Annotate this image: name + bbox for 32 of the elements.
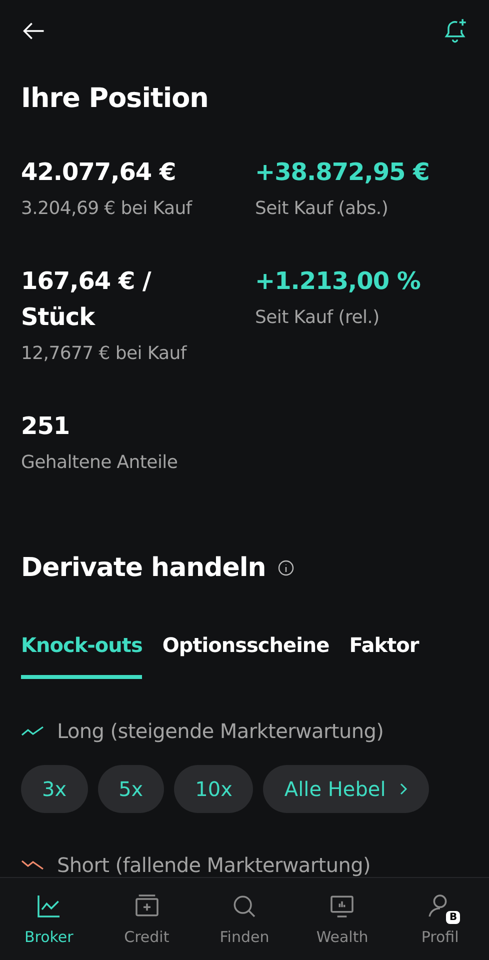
tab[interactable]: Faktor (349, 633, 419, 679)
stat-value: +38.872,95 € (255, 157, 430, 188)
stat-value: 167,64 € / Stück (21, 266, 152, 333)
stat-caption: 3.204,69 € bei Kauf (21, 198, 194, 219)
profile-badge: B (446, 911, 460, 924)
nav-tab[interactable]: Finden (199, 891, 290, 947)
tab[interactable]: Optionsscheine (162, 633, 330, 679)
chevron-right-icon (398, 782, 408, 796)
section-title: Derivate handeln (21, 553, 266, 583)
add-alert-button[interactable] (442, 18, 468, 44)
group-label: Short (fallende Markterwartung) (57, 853, 370, 877)
stat-caption: Gehaltene Anteile (21, 452, 179, 473)
lever-chip[interactable]: 10x (174, 765, 254, 813)
trend-up-icon (21, 724, 45, 738)
nav-tab[interactable]: B Profil (395, 891, 486, 947)
stat-value: 42.077,64 € (21, 157, 177, 188)
stat-value: 251 (21, 411, 71, 442)
stat-caption: Seit Kauf (rel.) (255, 307, 380, 328)
page-title: Ihre Position (21, 83, 210, 114)
nav-tab[interactable]: Credit (102, 891, 192, 947)
trend-down-icon (21, 858, 45, 872)
nav-tab[interactable]: Broker (4, 891, 94, 947)
stat-value: +1.213,00 % (255, 266, 422, 297)
stat-caption: Seit Kauf (abs.) (255, 198, 390, 219)
nav-tab[interactable]: Wealth (297, 891, 388, 947)
stat-caption: 12,7677 € bei Kauf (21, 343, 188, 364)
tab[interactable]: Knock-outs (21, 633, 142, 679)
group-label: Long (steigende Markterwartung) (57, 719, 384, 743)
lever-chip[interactable]: 3x (21, 765, 88, 813)
lever-chip[interactable]: 5x (98, 765, 164, 813)
all-levers-button[interactable]: Alle Hebel (263, 765, 429, 813)
info-icon[interactable] (278, 560, 294, 576)
